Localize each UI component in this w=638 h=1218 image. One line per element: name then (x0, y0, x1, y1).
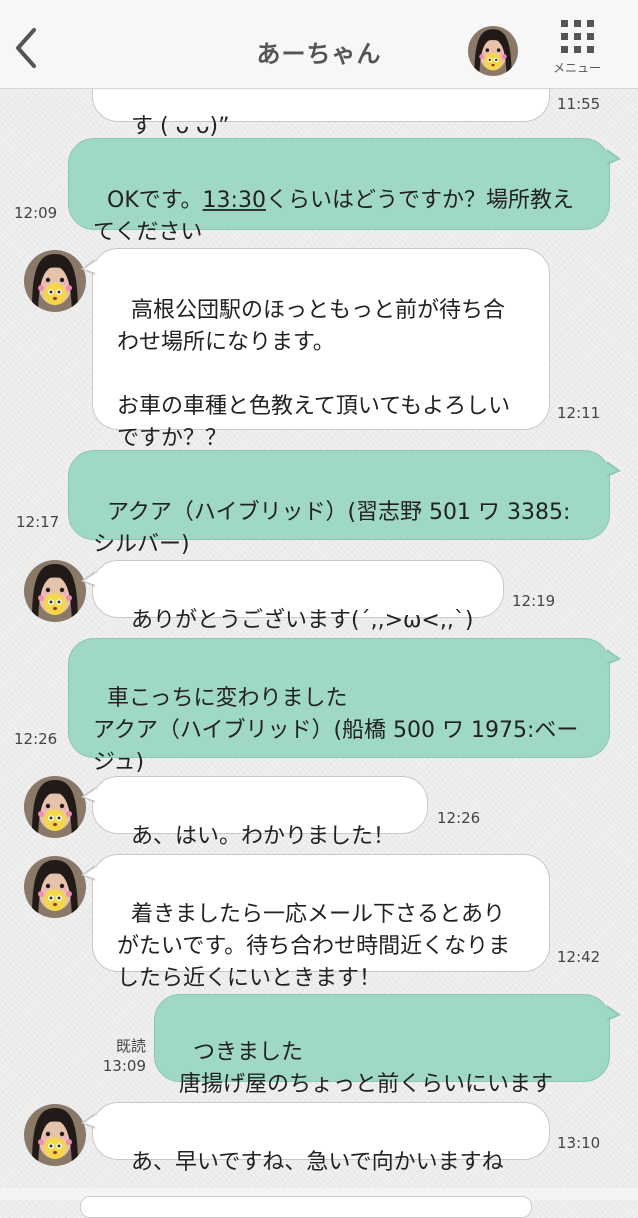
chat-title: あーちゃん (256, 40, 382, 68)
message-bubble-incoming[interactable]: 着きましたら一応メール下さるとありがたいです。待ち合わせ時間近くなりましたら近く… (81, 854, 550, 991)
message-bubble-outgoing[interactable]: アクア（ハイブリッド）(習志野 501 ワ 3385:シルバー) (68, 450, 621, 557)
message-text: OKです。 (107, 188, 203, 213)
message-bubble-outgoing[interactable]: OKです。13:30くらいはどうですか？場所教えてください (68, 138, 621, 245)
message-time: 12:26 (14, 730, 58, 748)
message-bubble-incoming[interactable]: ありがとうございます(´,,>ω<,,`) (81, 560, 504, 633)
message-time: 12:42 (557, 948, 601, 966)
message-text: つきました 唐揚げ屋のちょっと前くらいにいます (179, 1040, 554, 1097)
message-time: 11:55 (557, 95, 601, 113)
message-input-bar (0, 1188, 638, 1218)
message-time: 12:17 (16, 513, 60, 531)
message-text: 着きましたら一応メール下さるとありがたいです。待ち合わせ時間近くなりましたら近く… (117, 902, 511, 991)
sender-avatar[interactable] (24, 856, 86, 918)
read-receipt: 既読 13:09 (94, 1036, 146, 1076)
message-bubble-outgoing[interactable]: 車こっちに変わりました アクア（ハイブリッド）(船橋 500 ワ 1975:ベー… (68, 638, 621, 775)
message-text: 高根公団駅のほっともっと前が待ち合わせ場所になります。 お車の車種と色教えて頂い… (117, 298, 511, 451)
message-text: あ、はい。わかりました！ (131, 824, 396, 849)
message-bubble-incoming[interactable]: 高根公団駅のほっともっと前が待ち合わせ場所になります。 お車の車種と色教えて頂い… (81, 248, 550, 451)
menu-button[interactable]: メニュー (546, 18, 608, 82)
chat-header: あーちゃん メニュー (0, 0, 638, 89)
message-time: 12:09 (14, 204, 58, 222)
message-text: アクア（ハイブリッド）(習志野 501 ワ 3385:シルバー) (93, 500, 571, 557)
message-bubble-incoming[interactable]: あ、早いですね、急いで向かいますね (81, 1102, 550, 1175)
message-time: 12:11 (557, 404, 601, 422)
read-label: 既読 (115, 1037, 146, 1055)
message-text: 車こっちに変わりました アクア（ハイブリッド）(船橋 500 ワ 1975:ベー… (93, 686, 579, 775)
time-link[interactable]: 13:30 (203, 188, 266, 213)
sender-avatar[interactable] (24, 250, 86, 312)
message-bubble-incoming[interactable]: あ、はい。わかりました！ (81, 776, 428, 849)
message-text: す ( ᴗ ᴗ)” (131, 114, 230, 139)
sender-avatar[interactable] (24, 560, 86, 622)
menu-label: メニュー (552, 61, 601, 75)
message-text: あ、早いですね、急いで向かいますね (131, 1150, 504, 1175)
message-time: 12:19 (512, 592, 556, 610)
message-time: 12:26 (437, 809, 481, 827)
message-time: 13:10 (557, 1134, 601, 1152)
sender-avatar[interactable] (24, 776, 86, 838)
message-time: 13:09 (102, 1057, 146, 1075)
message-bubble-outgoing[interactable]: つきました 唐揚げ屋のちょっと前くらいにいます (154, 994, 621, 1097)
message-text: ありがとうございます(´,,>ω<,,`) (131, 608, 474, 633)
contact-avatar[interactable] (468, 26, 518, 76)
sender-avatar[interactable] (24, 1104, 86, 1166)
message-input[interactable] (80, 1196, 532, 1218)
grid-icon (559, 20, 595, 53)
